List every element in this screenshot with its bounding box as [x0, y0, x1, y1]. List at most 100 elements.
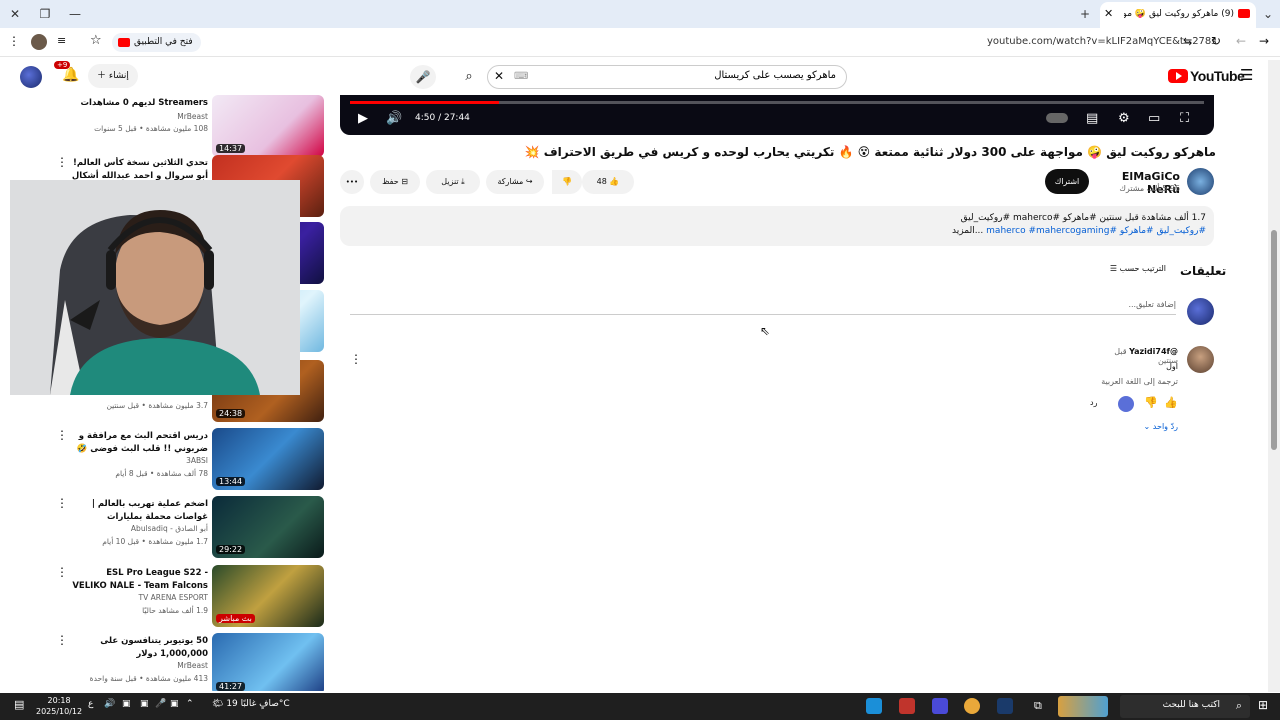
widgets-banner[interactable]: [1058, 696, 1108, 717]
reply-button[interactable]: رد: [1090, 398, 1097, 407]
description-box[interactable]: 1.7 ألف مشاهدة قبل سنتين #ماهركو #maherc…: [340, 206, 1214, 246]
create-button[interactable]: ＋ إنشاء: [88, 64, 138, 88]
notifications-bell-icon[interactable]: 🔔 +9: [54, 61, 79, 83]
show-more-link[interactable]: ...المزيد: [952, 226, 983, 236]
like-count[interactable]: 48: [597, 177, 607, 186]
back-icon[interactable]: →: [1259, 34, 1269, 48]
fullscreen-icon[interactable]: ⛶: [1180, 111, 1189, 126]
volume-tray-icon[interactable]: 🔊: [104, 699, 115, 709]
sort-comments-button[interactable]: الترتيب حسب ☰: [1096, 264, 1166, 273]
video-thumbnail[interactable]: 13:44: [212, 428, 324, 490]
reading-list-icon[interactable]: ≡: [57, 34, 66, 47]
forward-icon[interactable]: ←: [1236, 34, 1246, 48]
keyboard-icon[interactable]: ⌨: [514, 71, 528, 82]
channel-name[interactable]: 3ABSI: [70, 456, 208, 465]
taskbar-search-box[interactable]: اكتب هنا للبحث ⌕: [1120, 695, 1250, 718]
bookmark-star-icon[interactable]: ☆: [90, 33, 102, 48]
chrome-app-icon[interactable]: [964, 698, 980, 714]
channel-avatar[interactable]: [1187, 168, 1214, 195]
more-actions-icon[interactable]: ⋮: [56, 428, 68, 442]
discord-app-icon[interactable]: [932, 698, 948, 714]
subscribe-button[interactable]: اشتراك: [1045, 169, 1089, 194]
notifications-center-icon[interactable]: ▤: [14, 698, 24, 711]
translate-link[interactable]: ترجمة إلى اللغة العربية: [1080, 377, 1178, 386]
video-thumbnail[interactable]: 29:22: [212, 496, 324, 558]
search-input[interactable]: [536, 70, 836, 81]
recommendation-item[interactable]: 41:27 50 يوتيوبر يتنافسون على 1,000,000 …: [10, 633, 326, 691]
obs-app-icon[interactable]: [899, 698, 915, 714]
network-tray-icon[interactable]: ▣: [122, 699, 131, 709]
channel-name[interactable]: MrBeast: [70, 661, 208, 670]
site-settings-icon[interactable]: ⇆: [1183, 35, 1192, 48]
more-actions-icon[interactable]: ⋮: [56, 496, 68, 510]
recommendation-title[interactable]: 50 يوتيوبر يتنافسون على 1,000,000 دولار: [70, 635, 208, 661]
video-thumbnail[interactable]: 41:27: [212, 633, 324, 691]
search-box[interactable]: ✕ ⌨: [487, 65, 847, 89]
video-thumbnail[interactable]: بث مباشر: [212, 565, 324, 627]
comment-menu-icon[interactable]: ⋮: [350, 352, 362, 366]
minimize-window-icon[interactable]: —: [66, 5, 84, 23]
save-button[interactable]: حفظ ⊟: [370, 170, 420, 194]
microphone-tray-icon[interactable]: 🎤: [155, 699, 166, 709]
open-in-app-button[interactable]: فتح في التطبيق: [112, 33, 201, 52]
voice-search-mic-icon[interactable]: 🎤: [410, 65, 436, 89]
settings-gear-icon[interactable]: ⚙: [1118, 111, 1130, 126]
recommendation-item[interactable]: بث مباشر ESL Pro League S22 - VELIKO NAL…: [10, 565, 326, 629]
edge-app-icon[interactable]: [866, 698, 882, 714]
account-avatar[interactable]: [20, 66, 42, 88]
view-replies-button[interactable]: ردّ واحد ⌄: [1100, 422, 1178, 431]
recommendation-item[interactable]: 29:22 اضخم عملية تهريب بالعالم | غواصات …: [10, 496, 326, 560]
tray-app-icon[interactable]: ▣: [170, 699, 179, 709]
show-hidden-icons[interactable]: ⌃: [186, 699, 194, 709]
add-comment-input[interactable]: إضافة تعليق...: [1100, 300, 1176, 309]
comment-author[interactable]: @Yazidi74f: [1129, 347, 1178, 356]
dislike-icon[interactable]: 👎: [552, 170, 582, 194]
steam-app-icon[interactable]: [997, 698, 1013, 714]
download-button[interactable]: تنزيل ⤓: [426, 170, 480, 194]
tab-list-icon[interactable]: ⌄: [1259, 5, 1277, 23]
new-tab-icon[interactable]: +: [1076, 5, 1094, 23]
share-button[interactable]: مشاركة ↪: [486, 170, 544, 194]
autoplay-toggle[interactable]: [1046, 113, 1068, 123]
recommendation-item[interactable]: 14:37 Streamers لديهم 0 مشاهدات MrBeast …: [10, 95, 326, 159]
close-tab-icon[interactable]: ✕: [1104, 7, 1113, 20]
reload-icon[interactable]: ↻: [1211, 34, 1221, 48]
subtitles-icon[interactable]: ▤: [1086, 111, 1098, 126]
system-clock[interactable]: 20:18 2025/10/12: [36, 695, 82, 717]
browser-menu-icon[interactable]: ⋮: [8, 34, 20, 48]
clear-search-icon[interactable]: ✕: [494, 69, 504, 83]
close-window-icon[interactable]: ✕: [6, 5, 24, 23]
weather-widget[interactable]: 🌤 صافٍ غالبًا 19°C: [212, 699, 290, 709]
scrollbar-thumb[interactable]: [1271, 230, 1277, 450]
channel-name[interactable]: MrBeast: [70, 112, 208, 121]
recommendation-title[interactable]: ESL Pro League S22 - VELIKO NALE - Team …: [70, 567, 208, 593]
task-view-icon[interactable]: ⧉: [1034, 699, 1042, 713]
video-player[interactable]: ▶ 🔊 4:50 / 27:44 ▤ ⚙ ▭ ⛶: [340, 95, 1214, 135]
video-thumbnail[interactable]: 14:37: [212, 95, 324, 157]
more-actions-button[interactable]: •••: [340, 170, 364, 194]
more-actions-icon[interactable]: ⋮: [56, 565, 68, 579]
commenter-avatar[interactable]: [1187, 346, 1214, 373]
more-actions-icon[interactable]: ⋮: [56, 155, 68, 169]
comment-dislike-icon[interactable]: 👎: [1144, 396, 1158, 409]
search-icon[interactable]: ⌕: [454, 65, 484, 89]
recommendation-title[interactable]: اضخم عملية تهريب بالعالم | غواصات محملة …: [70, 498, 208, 524]
progress-bar[interactable]: [350, 101, 1204, 104]
start-windows-icon[interactable]: ⊞: [1258, 698, 1268, 712]
browser-tab-active[interactable]: ✕ (9) ماهركو روكيت ليق 🤪 مواجهة: [1100, 2, 1256, 28]
profile-avatar[interactable]: [31, 34, 47, 50]
page-scrollbar[interactable]: [1268, 60, 1280, 692]
play-button-icon[interactable]: ▶: [358, 111, 368, 126]
guide-menu-icon[interactable]: ☰: [1240, 66, 1253, 84]
tray-app-icon[interactable]: ▣: [140, 699, 149, 709]
volume-icon[interactable]: 🔊: [386, 111, 402, 126]
theater-mode-icon[interactable]: ▭: [1148, 111, 1160, 126]
hashtags[interactable]: #روكيت_ليق #ماهركو #maherco #mahercogami…: [986, 226, 1206, 236]
restore-window-icon[interactable]: ❐: [36, 5, 54, 23]
language-indicator[interactable]: ع: [88, 699, 93, 709]
channel-name[interactable]: أبو الصادق - Abulsadiq: [70, 524, 208, 533]
recommendation-item[interactable]: 13:44 دريس اقتحم البث مع مرافقة و ضربوني…: [10, 428, 326, 492]
recommendation-title[interactable]: دريس اقتحم البث مع مرافقة و ضربوني !! قل…: [70, 430, 208, 456]
like-icon[interactable]: 👍: [609, 177, 619, 186]
youtube-logo[interactable]: YouTube: [1168, 68, 1245, 84]
